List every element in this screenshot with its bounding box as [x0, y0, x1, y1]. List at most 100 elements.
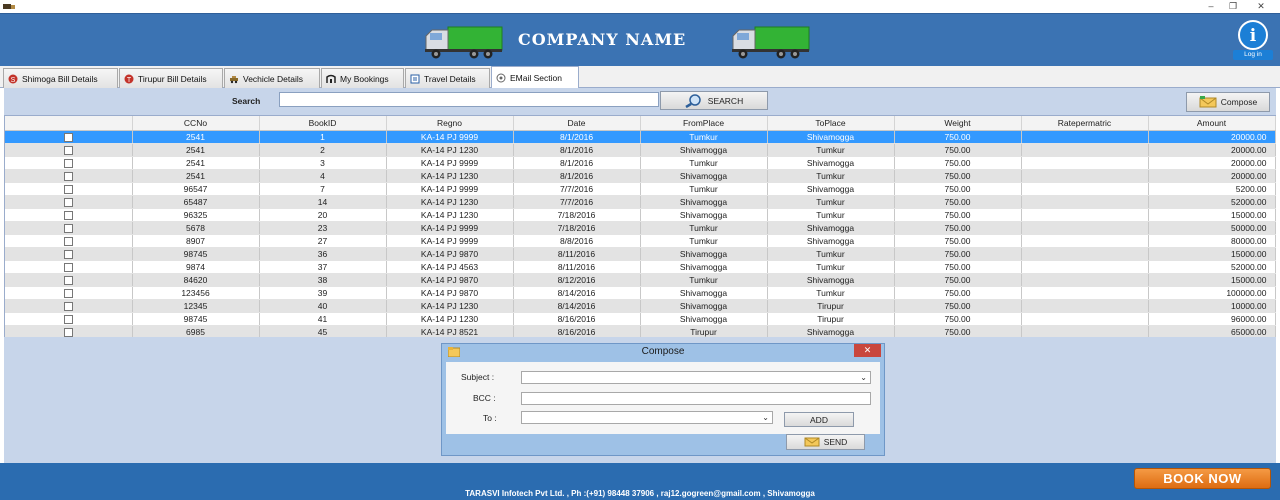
date-cell: 7/18/2016: [513, 221, 641, 235]
column-header-regno[interactable]: Regno: [386, 116, 514, 131]
fromplace-cell: Shivamogga: [640, 247, 768, 261]
row-checkbox[interactable]: [63, 223, 73, 233]
table-row[interactable]: 2541 3 KA-14 PJ 9999 8/1/2016 Tumkur Shivamog…: [5, 156, 1276, 170]
bookid-cell: 23: [259, 221, 387, 235]
tab-vechicle-details[interactable]: Vechicle Details: [224, 68, 320, 88]
fromplace-cell: Shivamogga: [640, 312, 768, 326]
minimize-button[interactable]: –: [1200, 0, 1222, 13]
column-header-ratepermatric[interactable]: Ratepermatric: [1021, 116, 1149, 131]
book-now-button[interactable]: BOOK NOW: [1134, 468, 1271, 489]
maximize-button[interactable]: ❐: [1222, 0, 1244, 13]
info-icon: i: [1238, 20, 1268, 50]
tab-travel-details[interactable]: Travel Details: [405, 68, 490, 88]
column-header-fromplace[interactable]: FromPlace: [640, 116, 768, 131]
bcc-input[interactable]: [521, 392, 871, 405]
add-button[interactable]: ADD: [784, 412, 854, 427]
tab-email-section[interactable]: EMail Section: [491, 66, 579, 88]
row-checkbox[interactable]: [63, 184, 73, 194]
search-input[interactable]: [279, 92, 659, 107]
regno-cell: KA-14 PJ 9999: [386, 221, 514, 235]
table-row[interactable]: 84620 38 KA-14 PJ 9870 8/12/2016 Tumkur Shiva…: [5, 273, 1276, 287]
ccno-cell: 65487: [132, 195, 260, 209]
column-header-select[interactable]: [5, 116, 133, 131]
tab-label: My Bookings: [340, 73, 389, 84]
table-row[interactable]: 9874 37 KA-14 PJ 4563 8/11/2016 Shivamogga Tu…: [5, 260, 1276, 274]
tab-my-bookings[interactable]: My Bookings: [321, 68, 404, 88]
regno-cell: KA-14 PJ 1230: [386, 143, 514, 157]
subject-dropdown[interactable]: ⌄: [521, 371, 871, 384]
magnifier-icon: [685, 93, 701, 108]
ccno-cell: 96325: [132, 208, 260, 222]
to-dropdown[interactable]: ⌄: [521, 411, 773, 424]
row-checkbox[interactable]: [63, 327, 73, 337]
row-checkbox[interactable]: [63, 275, 73, 285]
row-checkbox[interactable]: [63, 158, 73, 168]
row-checkbox[interactable]: [63, 262, 73, 272]
date-cell: 8/11/2016: [513, 260, 641, 274]
compose-button[interactable]: Compose: [1186, 92, 1270, 112]
row-checkbox[interactable]: [63, 301, 73, 311]
date-cell: 8/8/2016: [513, 234, 641, 248]
bookings-table: CCNo BookID Regno Date FromPlace ToPlace…: [5, 116, 1276, 352]
row-checkbox[interactable]: [63, 288, 73, 298]
table-row[interactable]: 2541 1 KA-14 PJ 9999 8/1/2016 Tumkur Shivamog…: [5, 130, 1276, 144]
toplace-cell: Shivamogga: [767, 221, 895, 235]
row-checkbox[interactable]: [63, 197, 73, 207]
date-cell: 8/14/2016: [513, 299, 641, 313]
table-row[interactable]: 98745 36 KA-14 PJ 9870 8/11/2016 Shivamogga T…: [5, 247, 1276, 261]
login-button[interactable]: i Log in: [1231, 19, 1275, 63]
ratepermatric-cell: [1021, 273, 1149, 287]
row-select-cell: [5, 169, 133, 183]
column-header-toplace[interactable]: ToPlace: [767, 116, 895, 131]
fromplace-cell: Tumkur: [640, 182, 768, 196]
toplace-cell: Shivamogga: [767, 156, 895, 170]
row-checkbox[interactable]: [63, 145, 73, 155]
fromplace-cell: Shivamogga: [640, 286, 768, 300]
ratepermatric-cell: [1021, 299, 1149, 313]
column-header-amount[interactable]: Amount: [1148, 116, 1276, 131]
column-header-ccno[interactable]: CCNo: [132, 116, 260, 131]
row-checkbox[interactable]: [63, 132, 73, 142]
tab-label: Vechicle Details: [243, 73, 304, 84]
tab-shimoga-bill-details[interactable]: S Shimoga Bill Details: [3, 68, 118, 88]
column-header-bookid[interactable]: BookID: [259, 116, 387, 131]
compose-close-button[interactable]: ✕: [854, 344, 881, 357]
close-window-button[interactable]: ✕: [1250, 0, 1272, 13]
table-row[interactable]: 5678 23 KA-14 PJ 9999 7/18/2016 Tumkur Shivam…: [5, 221, 1276, 235]
search-button[interactable]: SEARCH: [660, 91, 768, 110]
row-select-cell: [5, 221, 133, 235]
travel-icon: [410, 74, 420, 83]
table-row[interactable]: 123456 39 KA-14 PJ 9870 8/14/2016 Shivamogga…: [5, 286, 1276, 300]
table-row[interactable]: 8907 27 KA-14 PJ 9999 8/8/2016 Tumkur Shivamo…: [5, 234, 1276, 248]
bookid-cell: 39: [259, 286, 387, 300]
row-select-cell: [5, 312, 133, 326]
amount-cell: 15000.00: [1148, 208, 1276, 222]
truck-icon: [425, 26, 503, 59]
table-row[interactable]: 98745 41 KA-14 PJ 1230 8/16/2016 Shivamogga T…: [5, 312, 1276, 326]
envelope-icon: [1199, 96, 1217, 108]
table-row[interactable]: 96325 20 KA-14 PJ 1230 7/18/2016 Shivamogga T…: [5, 208, 1276, 222]
date-cell: 8/1/2016: [513, 130, 641, 144]
row-select-cell: [5, 182, 133, 196]
ratepermatric-cell: [1021, 182, 1149, 196]
column-header-weight[interactable]: Weight: [894, 116, 1022, 131]
row-select-cell: [5, 286, 133, 300]
row-checkbox[interactable]: [63, 314, 73, 324]
table-row[interactable]: 2541 2 KA-14 PJ 1230 8/1/2016 Shivamogga Tumk…: [5, 143, 1276, 157]
red-circle-icon: T: [124, 74, 134, 84]
row-checkbox[interactable]: [63, 236, 73, 246]
ratepermatric-cell: [1021, 143, 1149, 157]
ratepermatric-cell: [1021, 247, 1149, 261]
table-row[interactable]: 12345 40 KA-14 PJ 1230 8/14/2016 Shivamogga T…: [5, 299, 1276, 313]
column-header-date[interactable]: Date: [513, 116, 641, 131]
table-row[interactable]: 65487 14 KA-14 PJ 1230 7/7/2016 Shivamogga Tu…: [5, 195, 1276, 209]
table-row[interactable]: 2541 4 KA-14 PJ 1230 8/1/2016 Shivamogga Tumk…: [5, 169, 1276, 183]
table-row[interactable]: 96547 7 KA-14 PJ 9999 7/7/2016 Tumkur Shivamo…: [5, 182, 1276, 196]
send-button[interactable]: SEND: [786, 434, 865, 450]
row-checkbox[interactable]: [63, 171, 73, 181]
row-checkbox[interactable]: [63, 249, 73, 259]
ccno-cell: 98745: [132, 247, 260, 261]
tab-tirupur-bill-details[interactable]: T Tirupur Bill Details: [119, 68, 223, 88]
row-checkbox[interactable]: [63, 210, 73, 220]
bcc-label: BCC :: [473, 393, 496, 403]
